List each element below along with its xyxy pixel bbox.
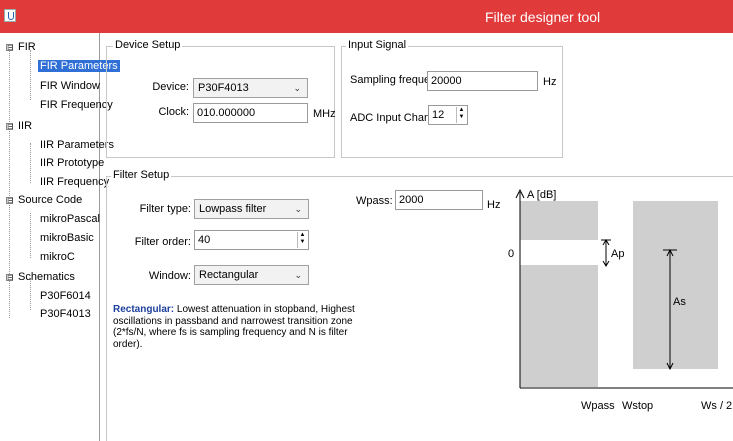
chevron-down-icon: ⌄ [293, 83, 301, 93]
filter-order-value: 40 [198, 234, 211, 246]
tree-item-iir-parameters[interactable]: IIR Parameters [40, 139, 114, 151]
passband-ripple-gap [520, 240, 598, 265]
tree-guide-line [30, 143, 31, 183]
ap-label: Ap [611, 248, 624, 260]
clock-unit: MHz [313, 108, 336, 120]
device-label: Device: [152, 81, 189, 93]
tree-item-mikroc[interactable]: mikroC [40, 251, 75, 263]
tree-item-iir-prototype[interactable]: IIR Prototype [40, 157, 104, 169]
tree-group-schematics[interactable]: Schematics [18, 271, 75, 283]
y-axis-label: A [dB] [527, 189, 556, 201]
collapse-icon[interactable]: ⊟ [6, 197, 14, 205]
spin-up-icon[interactable]: ▲ [298, 232, 307, 239]
tree-item-p30f4013[interactable]: P30F4013 [40, 308, 91, 320]
device-select[interactable]: P30F4013 ⌄ [193, 78, 308, 98]
spin-down-icon[interactable]: ▼ [457, 114, 466, 121]
wpass-input[interactable]: 2000 [395, 190, 483, 210]
tree-group-source-code[interactable]: Source Code [18, 194, 82, 206]
stopband-region [633, 201, 718, 369]
collapse-icon[interactable]: ⊟ [6, 274, 14, 282]
window-description: Rectangular: Lowest attenuation in stopb… [113, 304, 363, 350]
filter-type-select[interactable]: Lowpass filter ⌄ [194, 199, 309, 219]
chevron-down-icon: ⌄ [294, 204, 302, 214]
tree-item-mikrobasic[interactable]: mikroBasic [40, 232, 94, 244]
chevron-down-icon: ⌄ [294, 270, 302, 280]
ws2-axis-label: Ws / 2 [701, 400, 732, 412]
sampling-frequency-unit: Hz [543, 76, 557, 88]
input-signal-group: Input Signal Sampling frequency: 20000 H… [341, 39, 563, 158]
passband-region [520, 201, 598, 387]
clock-input[interactable]: 010.000000 [193, 103, 308, 123]
filter-order-label: Filter order: [134, 236, 191, 248]
spin-buttons[interactable]: ▲ ▼ [297, 232, 307, 248]
filter-type-value: Lowpass filter [199, 203, 267, 215]
tree-guide-line [30, 213, 31, 258]
spin-up-icon[interactable]: ▲ [457, 107, 466, 114]
window-title: Filter designer tool [485, 9, 601, 25]
wpass-unit: Hz [487, 199, 501, 211]
collapse-icon[interactable]: ⊟ [6, 44, 14, 52]
app-icon [4, 9, 16, 22]
sampling-frequency-input[interactable]: 20000 [427, 71, 538, 91]
spin-buttons[interactable]: ▲ ▼ [456, 107, 466, 123]
navigation-tree: ⊟ FIR FIR Parameters FIR Window FIR Freq… [0, 33, 120, 441]
tree-item-fir-frequency[interactable]: FIR Frequency [40, 99, 113, 111]
filter-order-stepper[interactable]: 40 ▲ ▼ [194, 230, 309, 250]
wstop-axis-label: Wstop [622, 400, 653, 412]
clock-label: Clock: [158, 106, 189, 118]
device-value: P30F4013 [198, 82, 249, 94]
tree-group-iir[interactable]: IIR [18, 120, 32, 132]
tree-item-p30f6014[interactable]: P30F6014 [40, 290, 91, 302]
wpass-axis-label: Wpass [581, 400, 615, 412]
adc-channel-stepper[interactable]: 12 ▲ ▼ [428, 105, 468, 125]
window-select[interactable]: Rectangular ⌄ [194, 265, 309, 285]
title-bar: Filter designer tool [0, 0, 733, 33]
tree-guide-line [30, 50, 31, 100]
filter-setup-title: Filter Setup [111, 169, 172, 181]
filter-response-diagram: A [dB] 0 Ap As Wpass Wstop Ws / 2 [508, 188, 733, 412]
spin-down-icon[interactable]: ▼ [298, 239, 307, 246]
filter-type-label: Filter type: [139, 203, 191, 215]
zero-label: 0 [508, 248, 514, 260]
as-label: As [673, 296, 686, 308]
window-label: Window: [148, 270, 191, 282]
tree-item-iir-frequency[interactable]: IIR Frequency [40, 176, 109, 188]
adc-channel-value: 12 [432, 109, 445, 121]
wpass-label: Wpass: [356, 195, 393, 207]
input-signal-title: Input Signal [346, 39, 409, 51]
device-setup-title: Device Setup [113, 39, 183, 51]
device-setup-group: Device Setup Device: P30F4013 ⌄ Clock: 0… [106, 39, 336, 158]
tree-group-fir[interactable]: FIR [18, 41, 36, 53]
tree-item-fir-window[interactable]: FIR Window [40, 80, 100, 92]
tree-item-mikropascal[interactable]: mikroPascal [40, 213, 100, 225]
description-title: Rectangular: [113, 304, 175, 315]
window-value: Rectangular [199, 269, 259, 281]
collapse-icon[interactable]: ⊟ [6, 123, 14, 131]
